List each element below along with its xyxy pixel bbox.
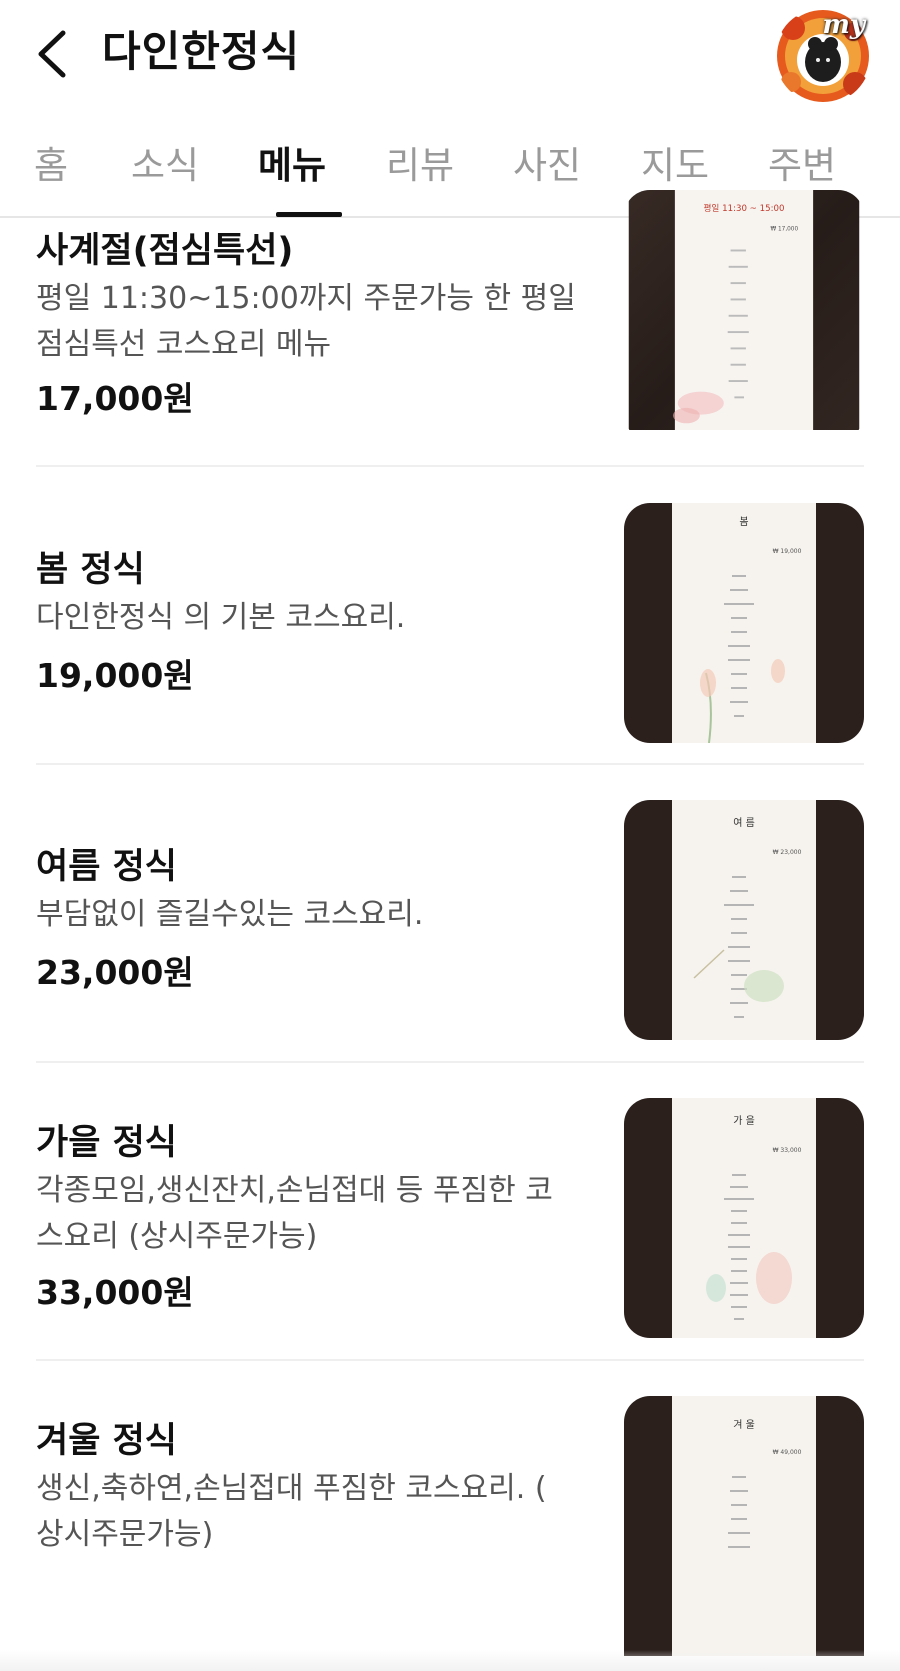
menu-item-name: 봄 정식 (36, 550, 145, 590)
top-bar: 다인한정식 my (0, 0, 900, 110)
menu-item-name: 사계절(점심특선) (36, 231, 294, 271)
svg-text:₩ 19,000: ₩ 19,000 (773, 548, 802, 555)
tab-review[interactable]: 리뷰 (386, 136, 454, 196)
menu-item-description: 생신,축하연,손님접대 푸짐한 코스요리. ( 상시주문가능) (36, 1471, 547, 1552)
chevron-left-icon (38, 30, 66, 78)
menu-item-price: 33,000원 (36, 1273, 194, 1312)
menu-item-photo[interactable]: 겨 울 ₩ 49,000 (624, 1396, 864, 1656)
svg-text:평일 11:30 ~ 15:00: 평일 11:30 ~ 15:00 (703, 203, 784, 214)
avatar[interactable]: my (773, 6, 873, 106)
menu-item-photo[interactable]: 가 을 ₩ 33,000 (624, 1098, 864, 1338)
divider (36, 763, 864, 765)
menu-item-description: 각종모임,생신잔치,손님접대 등 푸짐한 코스요리 (상시주문가능) (36, 1173, 553, 1254)
svg-text:봄: 봄 (739, 516, 748, 528)
menu-item-description: 부담없이 즐길수있는 코스요리. (36, 897, 424, 932)
menu-item[interactable]: 가을 정식 각종모임,생신잔치,손님접대 등 푸짐한 코스요리 (상시주문가능)… (36, 1098, 864, 1348)
divider (36, 465, 864, 467)
menu-item[interactable]: 봄 정식 다인한정식 의 기본 코스요리. 19,000원 봄 ₩ 19,000 (36, 503, 864, 753)
menu-card-image: 겨 울 ₩ 49,000 (624, 1396, 864, 1656)
menu-item-photo[interactable]: 봄 ₩ 19,000 (624, 503, 864, 743)
menu-item[interactable]: 사계절(점심특선) 평일 11:30~15:00까지 주문가능 한 평일 점심특… (36, 190, 864, 465)
svg-text:₩ 49,000: ₩ 49,000 (773, 1449, 802, 1456)
menu-card-image: 평일 11:30 ~ 15:00 ₩ 17,000 (628, 190, 860, 430)
tab-menu[interactable]: 메뉴 (258, 136, 326, 196)
page-title: 다인한정식 (102, 27, 301, 76)
tab-map[interactable]: 지도 (641, 136, 709, 196)
menu-item-description: 다인한정식 의 기본 코스요리. (36, 600, 406, 635)
menu-item-description: 평일 11:30~15:00까지 주문가능 한 평일 점심특선 코스요리 메뉴 (36, 281, 576, 362)
menu-item[interactable]: 여름 정식 부담없이 즐길수있는 코스요리. 23,000원 여 름 ₩ 23,… (36, 800, 864, 1050)
bottom-edge (0, 1650, 900, 1671)
svg-text:₩ 33,000: ₩ 33,000 (773, 1147, 802, 1154)
back-button[interactable] (28, 26, 76, 82)
menu-card-image: 봄 ₩ 19,000 (624, 503, 864, 743)
menu-item-photo[interactable]: 여 름 ₩ 23,000 (624, 800, 864, 1040)
tab-news[interactable]: 소식 (131, 136, 199, 196)
svg-text:가 을: 가 을 (733, 1115, 755, 1127)
menu-item-name: 겨울 정식 (36, 1421, 177, 1461)
menu-item-price: 19,000원 (36, 656, 194, 695)
menu-item[interactable]: 겨울 정식 생신,축하연,손님접대 푸짐한 코스요리. ( 상시주문가능) 겨 … (36, 1396, 864, 1671)
svg-text:₩ 23,000: ₩ 23,000 (773, 849, 802, 856)
menu-item-price: 23,000원 (36, 953, 194, 992)
menu-item-name: 여름 정식 (36, 847, 177, 887)
menu-card-image: 가 을 ₩ 33,000 (624, 1098, 864, 1338)
tab-photo[interactable]: 사진 (513, 136, 581, 196)
divider (36, 1061, 864, 1063)
divider (36, 1359, 864, 1361)
svg-text:₩ 17,000: ₩ 17,000 (770, 226, 798, 232)
tab-nearby[interactable]: 주변 (768, 136, 836, 196)
tab-home[interactable]: 홈 (34, 136, 68, 196)
menu-card-image: 여 름 ₩ 23,000 (624, 800, 864, 1040)
svg-text:여 름: 여 름 (733, 817, 755, 829)
avatar-label: my (822, 10, 865, 40)
menu-page: 다인한정식 my 홈 소식 메뉴 리뷰 사진 지도 주변 사계절(점심특선) 평… (0, 0, 900, 1671)
svg-text:겨 울: 겨 울 (733, 1419, 755, 1431)
menu-item-name: 가을 정식 (36, 1123, 177, 1163)
menu-item-price: 17,000원 (36, 379, 194, 418)
menu-item-photo[interactable]: 평일 11:30 ~ 15:00 ₩ 17,000 (624, 190, 864, 440)
